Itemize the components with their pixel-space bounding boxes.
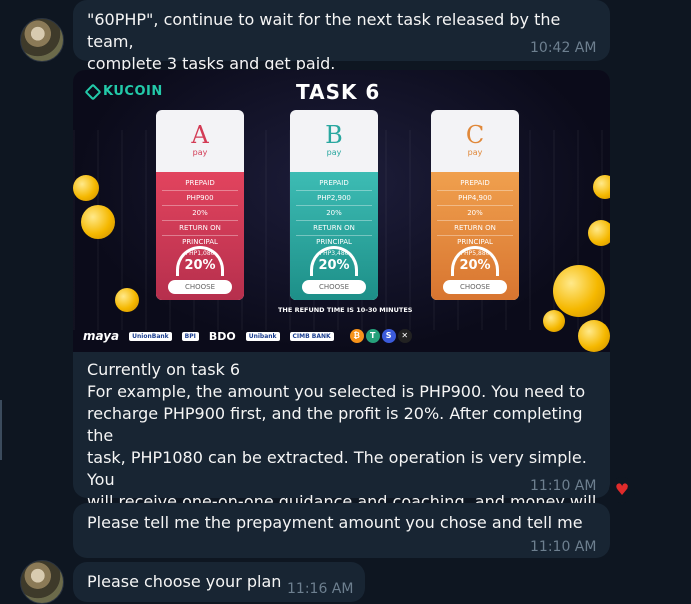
profit-rate: 20% <box>437 206 513 221</box>
prepaid-amount: PHP4,900 <box>437 191 513 206</box>
coin-icon <box>593 175 610 199</box>
kucoin-mark-icon <box>84 83 102 100</box>
heart-reaction-icon[interactable]: ♥ <box>609 477 635 503</box>
message-time: 11:10 AM <box>530 539 597 555</box>
choose-button[interactable]: CHOOSE <box>443 280 507 294</box>
message-text: Please tell me the prepayment amount you… <box>87 513 583 532</box>
plan-pay-label: pay <box>326 148 342 157</box>
kucoin-logo: KUCOIN <box>84 83 163 100</box>
task-promo-image[interactable]: KUCOIN TASK 6 A pay PREPAID PHP900 20% R… <box>73 70 610 352</box>
cimb-logo: CIMB BANK <box>289 331 334 341</box>
scroll-edge-marker <box>0 400 2 460</box>
task-title: TASK 6 <box>296 80 381 104</box>
coin-icon <box>588 220 610 246</box>
prepaid-amount: PHP900 <box>162 191 238 206</box>
plan-pay-label: pay <box>192 148 208 157</box>
return-value: PHP3,480 <box>319 250 349 257</box>
coin-stack-icon <box>115 288 139 312</box>
bdo-logo: BDO <box>208 329 236 343</box>
coin-icon <box>73 175 99 201</box>
unionbank-logo: UnionBank <box>129 331 172 341</box>
plan-letter: C <box>465 121 485 149</box>
plan-card-b[interactable]: B pay PREPAID PHP2,900 20% RETURN ON PRI… <box>290 110 378 300</box>
return-label: RETURN ON PRINCIPAL <box>437 221 513 246</box>
sender-avatar[interactable] <box>20 18 64 62</box>
x-coin-icon: ✕ <box>397 329 412 343</box>
choose-button[interactable]: CHOOSE <box>168 280 232 294</box>
message-bubble-4[interactable]: Please choose your plan 11:16 AM <box>73 562 365 602</box>
plan-letter: A <box>191 121 209 149</box>
prepaid-label: PREPAID <box>296 176 372 191</box>
crypto-logos: ₿ T S ✕ <box>349 329 412 343</box>
coin-icon <box>81 205 115 239</box>
return-label: RETURN ON PRINCIPAL <box>162 221 238 246</box>
return-value: PHP1,080 <box>185 250 215 257</box>
plan-pay-label: pay <box>467 148 483 157</box>
bpi-logo: BPI <box>181 331 199 341</box>
prepaid-label: PREPAID <box>162 176 238 191</box>
message-time: 11:16 AM <box>287 581 354 597</box>
sender-avatar[interactable] <box>20 560 64 604</box>
plan-card-c[interactable]: C pay PREPAID PHP4,900 20% RETURN ON PRI… <box>431 110 519 300</box>
coin-s-icon: S <box>381 329 396 343</box>
maya-logo: maya <box>83 329 120 343</box>
plan-letter: B <box>325 121 343 149</box>
plan-card-a[interactable]: A pay PREPAID PHP900 20% RETURN ON PRINC… <box>156 110 244 300</box>
message-text: Please choose your plan <box>87 572 282 591</box>
unibank-logo: Unibank <box>245 331 280 341</box>
choose-button[interactable]: CHOOSE <box>302 280 366 294</box>
coin-icon <box>553 265 605 317</box>
prepaid-label: PREPAID <box>437 176 513 191</box>
return-value: PHP5,880 <box>460 250 490 257</box>
tether-icon: T <box>365 329 380 343</box>
return-percent: 20% <box>318 258 350 273</box>
profit-rate: 20% <box>162 206 238 221</box>
message-time: 11:10 AM <box>530 478 597 494</box>
message-time: 10:42 AM <box>530 40 597 56</box>
return-label: RETURN ON PRINCIPAL <box>296 221 372 246</box>
return-percent: 20% <box>184 258 216 273</box>
prepaid-amount: PHP2,900 <box>296 191 372 206</box>
profit-rate: 20% <box>296 206 372 221</box>
message-bubble-1[interactable]: "60PHP", continue to wait for the next t… <box>73 0 610 73</box>
payment-logos-row: maya UnionBank BPI BDO Unibank CIMB BANK… <box>73 320 610 352</box>
refund-note: THE REFUND TIME IS 10-30 MINUTES <box>278 306 413 314</box>
bitcoin-icon: ₿ <box>349 329 364 343</box>
return-percent: 20% <box>459 258 491 273</box>
message-bubble-3[interactable]: Please tell me the prepayment amount you… <box>73 503 610 558</box>
